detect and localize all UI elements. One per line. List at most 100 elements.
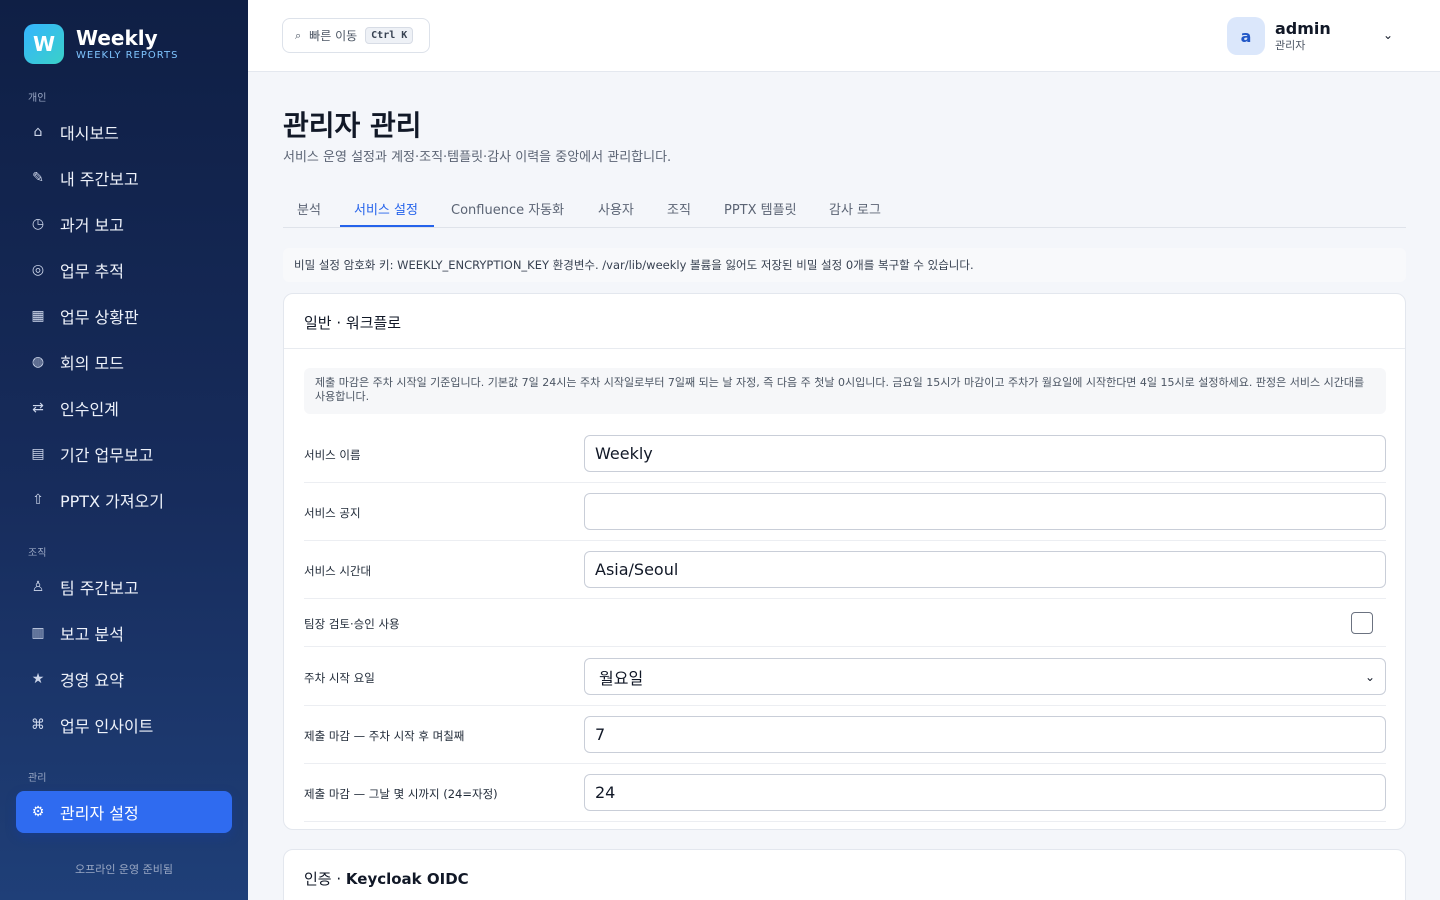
form-row-team-lead-approval: 팀장 검토·승인 사용 bbox=[304, 599, 1386, 647]
service-timezone-label: 서비스 시간대 bbox=[304, 564, 372, 578]
board-icon: ▦ bbox=[31, 308, 45, 324]
sidebar-item-dashboard[interactable]: ⌂ 대시보드 bbox=[16, 111, 232, 153]
target-icon: ◎ bbox=[31, 262, 45, 278]
admin-tabs: 분석 서비스 설정 Confluence 자동화 사용자 조직 PPTX 템플릿… bbox=[283, 187, 1406, 228]
service-notice-label: 서비스 공지 bbox=[304, 506, 361, 520]
form-row-deadline-hour: 제출 마감 — 그날 몇 시까지 (24=자정) 24 bbox=[304, 772, 1386, 822]
sidebar-item-handover[interactable]: ⇄ 인수인계 bbox=[16, 387, 232, 429]
sidebar-item-team-weekly-report[interactable]: ♙ 팀 주간보고 bbox=[16, 566, 232, 608]
brand-logo: W bbox=[24, 24, 64, 64]
team-lead-approval-label: 팀장 검토·승인 사용 bbox=[304, 617, 400, 631]
sidebar-item-label: 보고 분석 bbox=[60, 625, 124, 644]
sidebar-item-period-report[interactable]: ▤ 기간 업무보고 bbox=[16, 433, 232, 475]
bar-chart-icon: ▥ bbox=[31, 625, 45, 641]
service-name-input[interactable]: Weekly bbox=[584, 435, 1386, 472]
week-start-day-select[interactable]: 월요일 ⌄ bbox=[584, 658, 1386, 695]
command-icon: ⌘ bbox=[31, 717, 45, 733]
sidebar-item-label: 대시보드 bbox=[60, 124, 119, 143]
tab-service-settings[interactable]: 서비스 설정 bbox=[354, 199, 418, 218]
form-row-week-start-day: 주차 시작 요일 월요일 ⌄ bbox=[304, 656, 1386, 706]
sidebar-item-label: 회의 모드 bbox=[60, 354, 124, 373]
sidebar-item-pptx-import[interactable]: ⇧ PPTX 가져오기 bbox=[16, 479, 232, 521]
sidebar-item-label: 업무 인사이트 bbox=[60, 717, 154, 736]
swap-icon: ⇄ bbox=[32, 400, 44, 416]
sidebar-item-label: 업무 상황판 bbox=[60, 308, 139, 327]
home-icon: ⌂ bbox=[33, 124, 43, 140]
quick-jump-label: 빠른 이동 bbox=[309, 29, 358, 43]
form-row-service-name: 서비스 이름 Weekly bbox=[304, 433, 1386, 483]
encryption-notice: 비밀 설정 암호화 키: WEEKLY_ENCRYPTION_KEY 환경변수.… bbox=[283, 248, 1406, 282]
section-label-admin: 관리 bbox=[28, 773, 47, 784]
globe-icon: ◍ bbox=[31, 354, 45, 370]
gear-icon: ⚙ bbox=[31, 804, 45, 820]
form-row-service-notice: 서비스 공지 bbox=[304, 491, 1386, 541]
person-icon: ♙ bbox=[31, 579, 45, 595]
sidebar-item-label: PPTX 가져오기 bbox=[60, 492, 164, 511]
user-name: admin bbox=[1275, 19, 1331, 38]
active-tab-indicator bbox=[340, 225, 434, 227]
page-title: 관리자 관리 bbox=[283, 109, 422, 142]
quick-jump-button[interactable]: ⌕ 빠른 이동 Ctrl K bbox=[282, 18, 430, 53]
tab-analytics[interactable]: 분석 bbox=[297, 199, 321, 218]
sidebar-item-label: 인수인계 bbox=[60, 400, 119, 419]
offline-status: 오프라인 운영 준비됨 bbox=[74, 863, 174, 876]
section-label-org: 조직 bbox=[28, 548, 47, 559]
deadline-hour-label: 제출 마감 — 그날 몇 시까지 (24=자정) bbox=[304, 787, 498, 801]
topbar: ⌕ 빠른 이동 Ctrl K a admin 관리자 ⌄ bbox=[248, 0, 1440, 72]
form-row-deadline-day: 제출 마감 — 주차 시작 후 며칠째 7 bbox=[304, 714, 1386, 764]
week-start-day-value: 월요일 bbox=[599, 668, 644, 688]
clock-icon: ◷ bbox=[31, 216, 45, 232]
chevron-down-icon[interactable]: ⌄ bbox=[1383, 28, 1393, 42]
sidebar-item-task-board[interactable]: ▦ 업무 상황판 bbox=[16, 295, 232, 337]
upload-icon: ⇧ bbox=[32, 492, 44, 508]
sidebar-item-my-weekly-report[interactable]: ✎ 내 주간보고 bbox=[16, 157, 232, 199]
service-timezone-input[interactable]: Asia/Seoul bbox=[584, 551, 1386, 588]
sidebar-item-admin-settings[interactable]: ⚙ 관리자 설정 bbox=[16, 791, 232, 833]
sidebar-item-label: 관리자 설정 bbox=[60, 804, 139, 823]
tab-users[interactable]: 사용자 bbox=[598, 199, 634, 218]
user-menu[interactable]: a admin 관리자 bbox=[1227, 17, 1331, 55]
user-role: 관리자 bbox=[1275, 39, 1306, 52]
tab-audit-log[interactable]: 감사 로그 bbox=[829, 199, 881, 218]
general-settings-card: 일반 · 워크플로 제출 마감은 주차 시작일 기준입니다. 기본값 7일 24… bbox=[283, 293, 1406, 830]
deadline-hour-input[interactable]: 24 bbox=[584, 774, 1386, 811]
sidebar-item-label: 과거 보고 bbox=[60, 216, 124, 235]
chevron-down-icon: ⌄ bbox=[1364, 669, 1375, 684]
service-name-label: 서비스 이름 bbox=[304, 448, 361, 462]
page-description: 서비스 운영 설정과 계정·조직·템플릿·감사 이력을 중앙에서 관리합니다. bbox=[283, 150, 672, 165]
quick-jump-shortcut: Ctrl K bbox=[365, 27, 414, 44]
deadline-notice: 제출 마감은 주차 시작일 기준입니다. 기본값 7일 24시는 주차 시작일로… bbox=[304, 368, 1386, 414]
deadline-day-input[interactable]: 7 bbox=[584, 716, 1386, 753]
team-lead-approval-checkbox[interactable] bbox=[1351, 612, 1373, 634]
form-row-service-timezone: 서비스 시간대 Asia/Seoul bbox=[304, 549, 1386, 599]
brand[interactable]: W Weekly WEEKLY REPORTS bbox=[24, 24, 178, 64]
sidebar-item-task-tracking[interactable]: ◎ 업무 추적 bbox=[16, 249, 232, 291]
tab-pptx-templates[interactable]: PPTX 템플릿 bbox=[724, 199, 797, 218]
document-icon: ▤ bbox=[31, 446, 45, 462]
deadline-day-label: 제출 마감 — 주차 시작 후 며칠째 bbox=[304, 729, 465, 743]
card-title: 일반 · 워크플로 bbox=[284, 294, 1405, 349]
tab-organization[interactable]: 조직 bbox=[667, 199, 691, 218]
sidebar-item-executive-summary[interactable]: ★ 경영 요약 bbox=[16, 658, 232, 700]
sidebar-item-label: 기간 업무보고 bbox=[60, 446, 154, 465]
star-icon: ★ bbox=[31, 671, 45, 687]
tab-confluence-automation[interactable]: Confluence 자동화 bbox=[451, 199, 564, 218]
service-notice-input[interactable] bbox=[584, 493, 1386, 530]
sidebar-item-label: 경영 요약 bbox=[60, 671, 124, 690]
sidebar-item-report-analysis[interactable]: ▥ 보고 분석 bbox=[16, 612, 232, 654]
sidebar-item-work-insight[interactable]: ⌘ 업무 인사이트 bbox=[16, 704, 232, 746]
week-start-day-label: 주차 시작 요일 bbox=[304, 671, 375, 685]
sidebar: W Weekly WEEKLY REPORTS 개인 ⌂ 대시보드 ✎ 내 주간… bbox=[0, 0, 248, 900]
sidebar-item-label: 내 주간보고 bbox=[60, 170, 139, 189]
brand-name: Weekly bbox=[76, 26, 158, 50]
brand-subtitle: WEEKLY REPORTS bbox=[76, 50, 179, 61]
sidebar-item-meeting-mode[interactable]: ◍ 회의 모드 bbox=[16, 341, 232, 383]
sidebar-item-past-reports[interactable]: ◷ 과거 보고 bbox=[16, 203, 232, 245]
auth-settings-card: 인증 · Keycloak OIDC bbox=[283, 849, 1406, 900]
section-label-personal: 개인 bbox=[28, 93, 47, 104]
avatar: a bbox=[1227, 17, 1265, 55]
pencil-icon: ✎ bbox=[32, 170, 44, 186]
search-icon: ⌕ bbox=[295, 28, 302, 42]
sidebar-item-label: 업무 추적 bbox=[60, 262, 124, 281]
card-title: 인증 · Keycloak OIDC bbox=[284, 850, 1405, 900]
